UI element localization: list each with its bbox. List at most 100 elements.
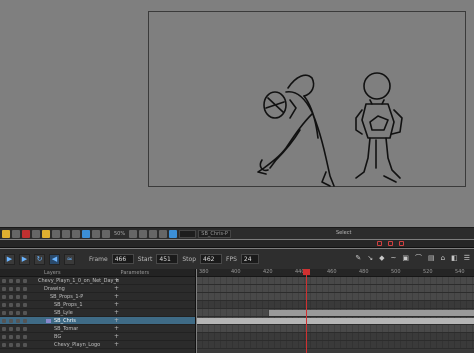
layer-name: Chevy_Playn_1_0_on_Net_Day_e xyxy=(38,277,120,284)
collapse-icon[interactable] xyxy=(388,241,393,246)
timeline-track[interactable] xyxy=(197,325,474,333)
hand-tool-icon[interactable] xyxy=(92,229,100,238)
layer-name: SB_Props_1-P xyxy=(50,293,84,300)
timeline-track[interactable] xyxy=(197,301,474,309)
add-parameter-icon[interactable]: + xyxy=(114,293,119,301)
sketch-drawing xyxy=(257,72,403,187)
text-tool-icon[interactable] xyxy=(72,229,80,238)
layer-row[interactable]: Chevy_Playn_1_0_on_Net_Day_e + xyxy=(0,277,195,285)
layer-row-selected[interactable]: SB_Chris + xyxy=(0,317,195,325)
layer-name: Drawing xyxy=(44,285,65,292)
playhead[interactable] xyxy=(306,269,307,353)
add-parameter-icon[interactable]: + xyxy=(114,333,119,341)
parameters-column-title: Parameters xyxy=(120,269,150,276)
add-parameter-icon[interactable]: + xyxy=(114,309,119,317)
timeline-track[interactable] xyxy=(197,309,474,317)
menu-icon[interactable]: ☰ xyxy=(464,253,470,263)
ruler-label: 420 xyxy=(263,269,273,275)
transform-tool-icon[interactable] xyxy=(82,229,90,238)
layer-color-swatch xyxy=(46,319,51,323)
onion-skin-icon[interactable] xyxy=(139,229,148,238)
stop-field[interactable]: 462 xyxy=(200,254,223,264)
layer-name: SB_Props_1 xyxy=(54,301,83,308)
timeline-track[interactable] xyxy=(197,285,474,293)
exposure-bar[interactable] xyxy=(269,310,474,316)
timeline-track[interactable] xyxy=(197,277,474,285)
play-icon[interactable]: ▶ xyxy=(19,253,30,265)
layer-row[interactable]: SB_Lyle + xyxy=(0,309,195,317)
layers-panel: Layers Parameters Chevy_Playn_1_0_on_Net… xyxy=(0,269,196,353)
camera-icon[interactable] xyxy=(169,229,178,238)
close-icon[interactable] xyxy=(399,241,404,246)
timeline-track[interactable] xyxy=(197,293,474,301)
first-frame-icon[interactable]: ▶ xyxy=(4,253,15,265)
camera-view[interactable] xyxy=(0,0,474,226)
layer-row[interactable]: Chevy_Playn_Logo + xyxy=(0,341,195,349)
add-parameter-icon[interactable]: + xyxy=(114,341,119,349)
delete-icon[interactable]: ⌂ xyxy=(441,253,445,263)
loop-icon[interactable]: ↻ xyxy=(34,253,45,265)
sound-scrub-icon[interactable]: ≈ xyxy=(64,253,75,265)
add-parameter-icon[interactable]: + xyxy=(114,285,119,293)
playback-toolbar: ▶ ▶ ↻ ◀ ≈ Frame 466 Start 451 Stop 462 F… xyxy=(0,249,474,269)
insert-icon[interactable]: ▤ xyxy=(428,253,435,263)
layer-row[interactable]: Drawing + xyxy=(0,285,195,293)
scale-field[interactable] xyxy=(179,229,197,238)
layer-row[interactable]: SB_Props_1 + xyxy=(0,301,195,309)
stop-motion-icon[interactable]: ▣ xyxy=(402,253,409,263)
timeline-track[interactable] xyxy=(197,341,474,349)
paint-tool-icon[interactable] xyxy=(42,229,50,238)
fps-label: FPS xyxy=(226,255,237,263)
zoom-tool-icon[interactable] xyxy=(102,229,110,238)
ruler-label: 540 xyxy=(455,269,465,275)
start-label: Start xyxy=(137,255,153,263)
start-field[interactable]: 451 xyxy=(156,254,179,264)
harmony-workspace: 50% SB_Chris-P Select ▶ ▶ ↻ ◀ ≈ Frame 46… xyxy=(0,0,474,353)
layer-row[interactable]: SB_Props_1-P + xyxy=(0,293,195,301)
bulb-icon[interactable] xyxy=(2,229,10,238)
fps-field[interactable]: 24 xyxy=(240,254,259,264)
add-parameter-icon[interactable]: + xyxy=(114,317,119,325)
exposure-bar[interactable] xyxy=(197,318,474,324)
color-wheel-icon[interactable] xyxy=(159,229,168,238)
add-parameter-icon[interactable]: + xyxy=(114,277,119,285)
keyframe-icon[interactable]: ◆ xyxy=(379,253,384,263)
pencil-icon[interactable]: ✎ xyxy=(355,253,361,263)
select-tool-icon[interactable] xyxy=(12,229,20,238)
motion-icon[interactable]: ~ xyxy=(391,253,397,263)
layer-name: SB_Tomar xyxy=(54,325,79,332)
timeline-top-strip xyxy=(0,240,474,248)
stop-label: Stop xyxy=(182,255,197,263)
light-table-icon[interactable] xyxy=(149,229,158,238)
timeline-track[interactable] xyxy=(197,317,474,325)
frame-ruler[interactable]: 380 400 420 440 460 480 500 520 540 xyxy=(197,269,474,277)
frame-label: Frame xyxy=(89,255,108,263)
layers-column-title: Layers xyxy=(44,269,61,276)
grid-icon[interactable] xyxy=(129,229,138,238)
brush-tool-icon[interactable] xyxy=(32,229,40,238)
ruler-label: 480 xyxy=(359,269,369,275)
sound-icon[interactable]: ◀ xyxy=(49,253,60,265)
layer-row[interactable]: SB_Tomar + xyxy=(0,325,195,333)
layer-name: BG xyxy=(54,333,62,340)
ruler-label: 400 xyxy=(231,269,241,275)
pencil-tool-icon[interactable] xyxy=(52,229,60,238)
ruler-label: 380 xyxy=(199,269,209,275)
add-parameter-icon[interactable]: + xyxy=(114,301,119,309)
arrow-icon[interactable]: ↘ xyxy=(367,253,373,263)
frame-field[interactable]: 466 xyxy=(111,254,134,264)
ruler-label: 460 xyxy=(327,269,337,275)
zoom-level[interactable]: 50% xyxy=(114,231,125,237)
record-icon[interactable] xyxy=(22,229,30,238)
ease-icon[interactable]: ⌒ xyxy=(415,253,422,263)
expand-icon[interactable] xyxy=(377,241,382,246)
eraser-tool-icon[interactable] xyxy=(62,229,70,238)
extend-icon[interactable]: ◧ xyxy=(451,253,458,263)
layers-header: Layers Parameters xyxy=(0,269,195,277)
add-parameter-icon[interactable]: + xyxy=(114,325,119,333)
timeline-panel[interactable]: 380 400 420 440 460 480 500 520 540 xyxy=(197,269,474,353)
timeline-track[interactable] xyxy=(197,333,474,341)
layer-name-field[interactable]: SB_Chris-P xyxy=(198,229,231,238)
ruler-label: 500 xyxy=(391,269,401,275)
layer-row[interactable]: BG + xyxy=(0,333,195,341)
